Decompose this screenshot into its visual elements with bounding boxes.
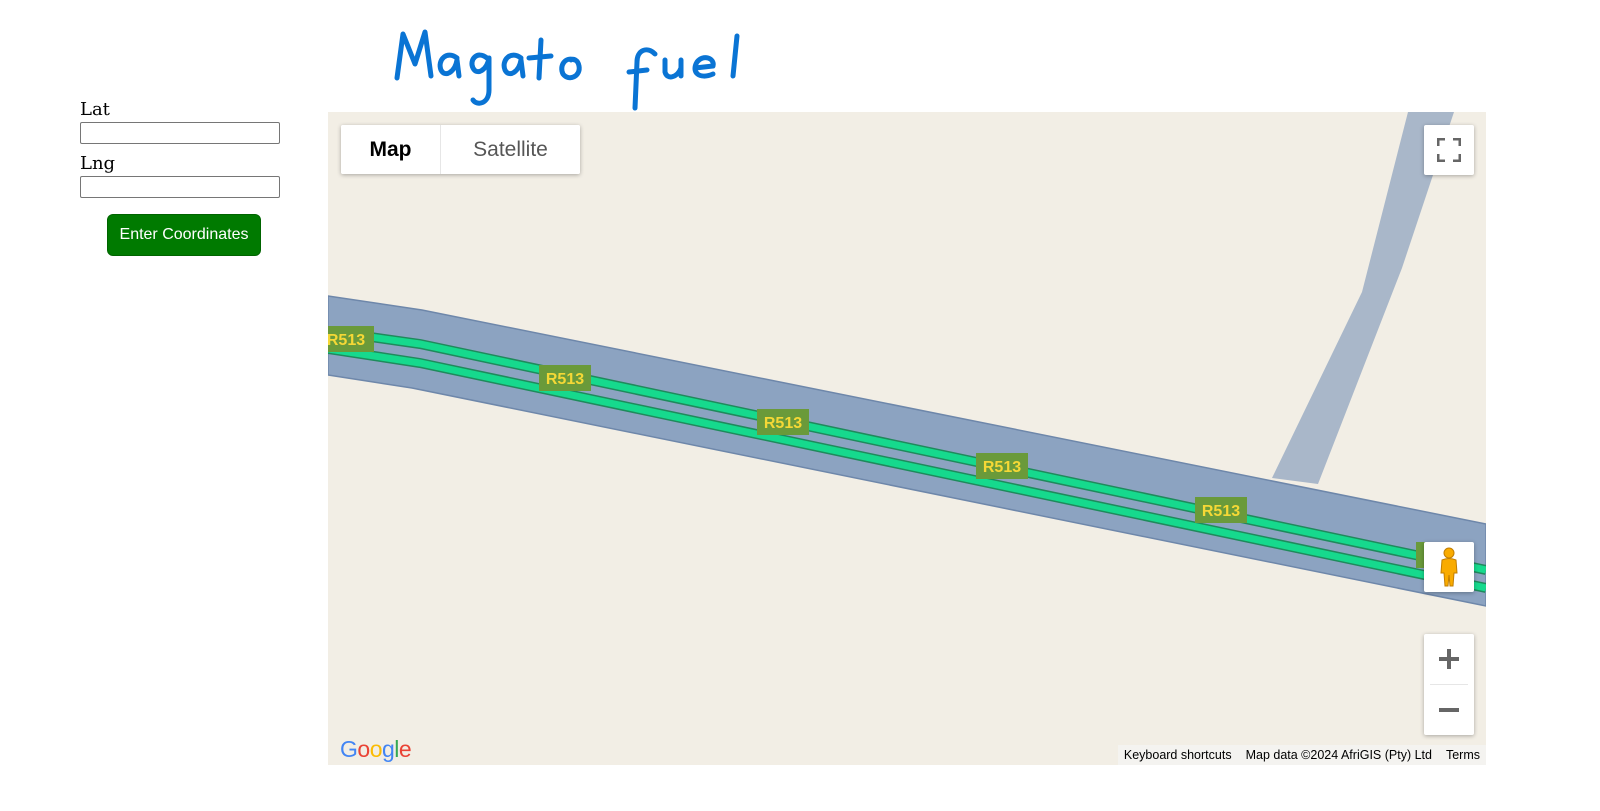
fullscreen-button[interactable] <box>1424 125 1474 175</box>
page: Lat Lng Enter Coordinates R513 R513 R513… <box>0 0 1600 811</box>
road-shield-label: R513 <box>983 459 1021 476</box>
pegman-icon <box>1440 547 1458 587</box>
terms-link[interactable]: Terms <box>1446 748 1480 762</box>
lat-input[interactable] <box>80 122 280 144</box>
keyboard-shortcuts-link[interactable]: Keyboard shortcuts <box>1124 748 1232 762</box>
lng-input[interactable] <box>80 176 280 198</box>
fullscreen-icon <box>1437 138 1461 162</box>
map-type-control: Map Satellite <box>341 125 580 174</box>
map-attribution: Keyboard shortcuts Map data ©2024 AfriGI… <box>1117 745 1486 765</box>
google-logo[interactable]: Google <box>340 736 412 763</box>
road-shield-label: R513 <box>764 415 802 432</box>
coordinates-form: Lat Lng Enter Coordinates <box>80 99 290 256</box>
map-roads: R513 R513 R513 R513 R513 <box>328 112 1486 607</box>
zoom-in-button[interactable] <box>1424 634 1474 684</box>
road-shield: R513 <box>1195 497 1247 523</box>
lat-label: Lat <box>80 99 110 120</box>
lng-label: Lng <box>80 153 116 174</box>
zoom-control <box>1424 634 1474 735</box>
street-view-pegman-button[interactable] <box>1424 542 1474 592</box>
zoom-out-button[interactable] <box>1424 685 1474 735</box>
road-shield-label: R513 <box>546 371 584 388</box>
page-title-handwritten <box>394 29 740 111</box>
map-canvas[interactable]: R513 R513 R513 R513 R513 Map Satellite G… <box>328 112 1486 765</box>
map-data-attribution: Map data ©2024 AfriGIS (Pty) Ltd <box>1245 748 1432 762</box>
plus-icon <box>1439 649 1459 669</box>
road-shield-label: R513 <box>1202 503 1240 520</box>
road-shield: R513 <box>976 453 1028 479</box>
road-shield-label: R513 <box>328 332 365 349</box>
road-shield: R513 <box>539 365 591 391</box>
minus-icon <box>1439 708 1459 712</box>
map-type-satellite-button[interactable]: Satellite <box>441 125 580 174</box>
road-shield: R513 <box>328 326 374 352</box>
road-shield: R513 <box>757 409 809 435</box>
enter-coordinates-button[interactable]: Enter Coordinates <box>107 214 261 256</box>
map-type-map-button[interactable]: Map <box>341 125 441 174</box>
